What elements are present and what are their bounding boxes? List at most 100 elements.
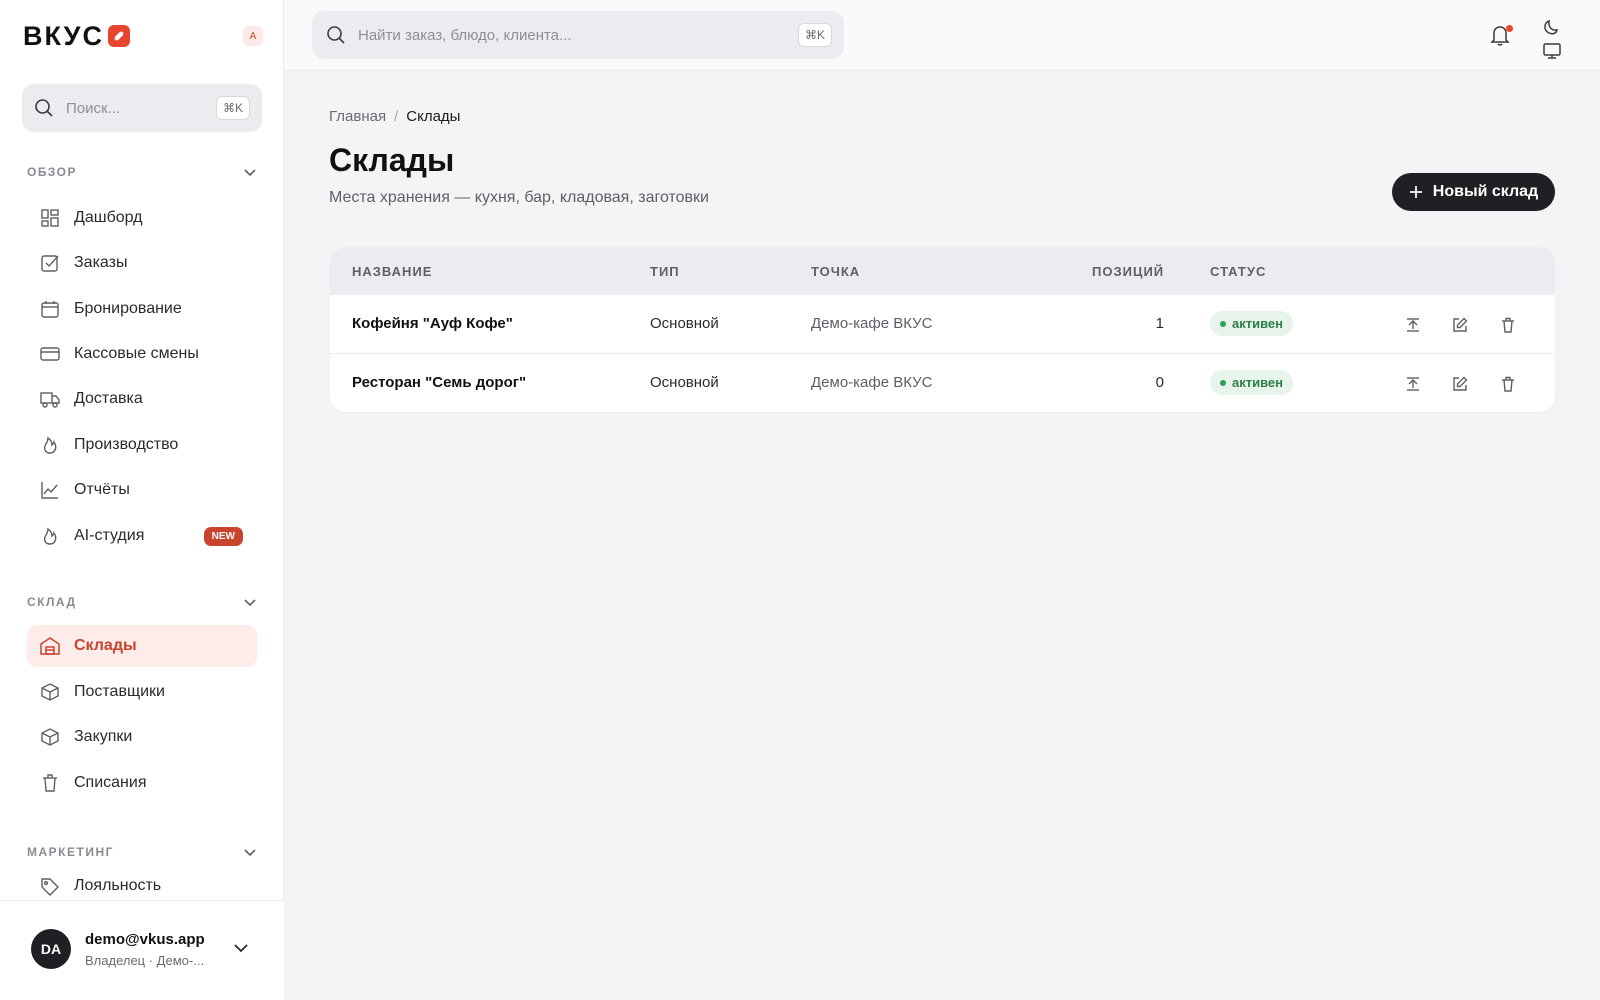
sidebar-item-label: Поставщики [74, 683, 165, 700]
section-title: МАРКЕТИНГ [27, 845, 114, 859]
shortcut-hint: ⌘K [215, 96, 250, 120]
breadcrumb-separator: / [394, 108, 399, 125]
trash-icon [43, 774, 57, 792]
warehouse-name[interactable]: Ресторан "Семь дорог" [352, 374, 526, 391]
sidebar: ВКУС A Поиск... ⌘K ОБЗОР Дашборд Заказы … [0, 0, 284, 1000]
breadcrumb-current: Склады [406, 108, 461, 125]
warehouse-type: Основной [650, 315, 719, 332]
new-warehouse-button[interactable]: Новый склад [1392, 173, 1555, 211]
sidebar-item-label: Доставка [74, 390, 143, 407]
table-row[interactable]: Ресторан "Семь дорог" Основной Демо-кафе… [330, 353, 1555, 412]
column-header-point[interactable]: ТОЧКА [811, 264, 860, 279]
logo-text: ВКУС [23, 20, 104, 51]
user-email: demo@vkus.app [85, 931, 205, 948]
truck-icon [40, 392, 60, 408]
table-header: НАЗВАНИЕ ТИП ТОЧКА ПОЗИЦИЙ СТАТУС [330, 247, 1555, 294]
sidebar-search-input[interactable]: Поиск... ⌘K [22, 84, 262, 132]
moon-icon[interactable] [1543, 18, 1561, 36]
table-row[interactable]: Кофейня "Ауф Кофе" Основной Демо-кафе ВК… [330, 294, 1555, 353]
sidebar-item-booking[interactable]: Бронирование [27, 288, 257, 330]
user-menu[interactable]: DA demo@vkus.app Владелец · Демо-... [0, 900, 284, 1000]
logo[interactable]: ВКУС A [23, 20, 263, 52]
sidebar-item-purchases[interactable]: Закупки [27, 716, 257, 758]
sidebar-item-cash-shifts[interactable]: Кассовые смены [27, 333, 257, 375]
warehouse-point: Демо-кафе ВКУС [811, 315, 933, 332]
upload-icon[interactable] [1403, 315, 1423, 335]
topbar: Найти заказ, блюдо, клиента... ⌘K [284, 0, 1600, 71]
box-icon [41, 728, 59, 746]
sidebar-item-production[interactable]: Производство [27, 424, 257, 466]
sidebar-item-label: AI-студия [74, 527, 145, 544]
sidebar-item-label: Бронирование [74, 300, 182, 317]
edit-icon[interactable] [1450, 374, 1470, 394]
sidebar-item-orders[interactable]: Заказы [27, 242, 257, 284]
sidebar-item-warehouses[interactable]: Склады [27, 625, 257, 667]
sidebar-item-dashboard[interactable]: Дашборд [27, 197, 257, 239]
column-header-name[interactable]: НАЗВАНИЕ [352, 264, 432, 279]
plus-icon [1409, 186, 1422, 198]
logo-mark-icon [107, 25, 130, 47]
status-text: активен [1232, 375, 1283, 390]
shortcut-hint: ⌘K [797, 23, 832, 47]
section-title: ОБЗОР [27, 165, 77, 179]
section-title: СКЛАД [27, 595, 77, 609]
sidebar-item-loyalty[interactable]: Лояльность [27, 873, 257, 901]
column-header-status[interactable]: СТАТУС [1210, 264, 1266, 279]
warehouse-positions: 1 [1155, 315, 1164, 332]
breadcrumb: Главная / Склады [329, 108, 460, 125]
flame-icon [43, 527, 57, 545]
section-warehouse[interactable]: СКЛАД [27, 595, 257, 609]
warehouses-table: НАЗВАНИЕ ТИП ТОЧКА ПОЗИЦИЙ СТАТУС Кофейн… [330, 247, 1555, 412]
workspace-badge[interactable]: A [243, 26, 263, 46]
upload-icon[interactable] [1403, 374, 1423, 394]
page-title: Склады [329, 142, 455, 178]
warehouse-positions: 0 [1155, 374, 1164, 391]
section-overview[interactable]: ОБЗОР [27, 165, 257, 179]
trash-icon[interactable] [1498, 374, 1518, 394]
sidebar-item-write-offs[interactable]: Списания [27, 762, 257, 804]
sidebar-item-reports[interactable]: Отчёты [27, 469, 257, 511]
avatar: DA [31, 929, 71, 969]
status-dot [1220, 320, 1226, 327]
sidebar-item-label: Закупки [74, 728, 133, 745]
dashboard-icon [41, 209, 59, 227]
sidebar-item-label: Заказы [74, 254, 128, 271]
warehouse-point: Демо-кафе ВКУС [811, 374, 933, 391]
notification-dot [1506, 25, 1513, 32]
chevron-down-icon[interactable] [232, 939, 250, 957]
breadcrumb-home[interactable]: Главная [329, 108, 386, 125]
section-marketing[interactable]: МАРКЕТИНГ [27, 845, 257, 859]
sidebar-item-suppliers[interactable]: Поставщики [27, 671, 257, 713]
page-subtitle: Места хранения — кухня, бар, кладовая, з… [329, 189, 709, 206]
warehouse-icon [40, 637, 60, 655]
tag-icon [41, 878, 59, 896]
status-text: активен [1232, 316, 1283, 331]
global-search-placeholder: Найти заказ, блюдо, клиента... [358, 26, 572, 44]
sidebar-item-delivery[interactable]: Доставка [27, 378, 257, 420]
sidebar-item-label: Дашборд [74, 209, 143, 226]
user-role: Владелец · Демо-... [85, 953, 205, 968]
column-header-positions[interactable]: ПОЗИЦИЙ [1092, 264, 1164, 279]
flame-icon [43, 436, 57, 454]
chart-icon [41, 482, 58, 499]
calendar-icon [41, 301, 59, 318]
sidebar-item-label: Отчёты [74, 481, 130, 498]
edit-icon[interactable] [1450, 315, 1470, 335]
chevron-down-icon [244, 599, 256, 607]
chevron-down-icon [244, 849, 256, 857]
search-icon [327, 26, 345, 44]
warehouse-name[interactable]: Кофейня "Ауф Кофе" [352, 315, 513, 332]
status-badge: активен [1210, 370, 1293, 395]
trash-icon[interactable] [1498, 315, 1518, 335]
chevron-down-icon [244, 169, 256, 177]
sidebar-item-ai-studio[interactable]: AI-студия NEW [27, 515, 257, 557]
new-badge: NEW [203, 527, 243, 546]
warehouse-type: Основной [650, 374, 719, 391]
sidebar-item-label: Лояльность [74, 877, 162, 894]
new-warehouse-label: Новый склад [1432, 183, 1539, 200]
column-header-type[interactable]: ТИП [650, 264, 680, 279]
monitor-icon[interactable] [1543, 42, 1561, 60]
sidebar-item-label: Кассовые смены [74, 345, 199, 362]
checkbox-icon [41, 255, 59, 272]
global-search-input[interactable]: Найти заказ, блюдо, клиента... ⌘K [312, 11, 844, 59]
